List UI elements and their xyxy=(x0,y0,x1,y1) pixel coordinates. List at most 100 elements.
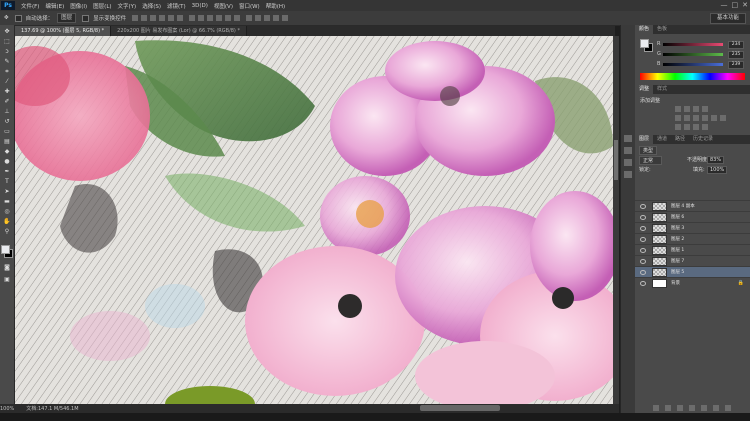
blur-tool-icon[interactable]: ◆ xyxy=(3,149,11,155)
adjustment-layer-icon[interactable] xyxy=(689,405,695,411)
color-balance-adjust-icon[interactable] xyxy=(693,115,699,121)
distribute-hcenter-icon[interactable] xyxy=(225,15,232,21)
layer-row[interactable]: 图层 7 xyxy=(635,255,750,266)
channel-mixer-adjust-icon[interactable] xyxy=(720,115,726,121)
slider-b-value[interactable]: 239 xyxy=(728,61,744,69)
slider-r-value[interactable]: 234 xyxy=(728,41,744,49)
align-bottom-icon[interactable] xyxy=(150,15,157,21)
close-button[interactable]: ✕ xyxy=(742,1,748,10)
blend-mode-dropdown[interactable]: 正常 xyxy=(639,156,663,165)
move-tool-icon[interactable]: ✥ xyxy=(4,15,9,21)
3d-rotate-icon[interactable] xyxy=(246,15,253,21)
shape-tool-icon[interactable]: ▬ xyxy=(3,199,11,205)
pen-tool-icon[interactable]: ✒ xyxy=(3,169,11,175)
align-vcenter-icon[interactable] xyxy=(141,15,148,21)
align-right-icon[interactable] xyxy=(177,15,184,21)
tab-paths[interactable]: 路径 xyxy=(671,135,689,144)
layer-row[interactable]: 图层 4 副本 xyxy=(635,200,750,211)
menu-edit[interactable]: 编辑(E) xyxy=(45,2,64,10)
menu-select[interactable]: 选择(S) xyxy=(142,2,161,10)
3d-slide-icon[interactable] xyxy=(273,15,280,21)
show-transform-checkbox[interactable] xyxy=(82,14,90,22)
exposure-adjust-icon[interactable] xyxy=(702,106,708,112)
distribute-right-icon[interactable] xyxy=(234,15,241,21)
link-layers-icon[interactable] xyxy=(653,405,659,411)
photo-filter-adjust-icon[interactable] xyxy=(711,115,717,121)
character-panel-icon[interactable] xyxy=(624,159,632,166)
visibility-eye-icon[interactable] xyxy=(640,258,646,264)
document-canvas[interactable] xyxy=(15,36,613,404)
3d-pan-icon[interactable] xyxy=(264,15,271,21)
distribute-bottom-icon[interactable] xyxy=(207,15,214,21)
opacity-value[interactable]: 83% xyxy=(707,156,725,164)
color-spectrum-bar[interactable] xyxy=(640,73,745,80)
align-hcenter-icon[interactable] xyxy=(168,15,175,21)
visibility-eye-icon[interactable] xyxy=(640,236,646,242)
hand-tool-icon[interactable]: ✋ xyxy=(3,219,11,225)
slider-b[interactable] xyxy=(663,63,723,66)
tab-color[interactable]: 颜色 xyxy=(635,25,654,34)
workspace-switcher[interactable]: 基本功能 xyxy=(709,13,746,24)
visibility-eye-icon[interactable] xyxy=(640,214,646,220)
visibility-eye-icon[interactable] xyxy=(640,203,646,209)
slider-r[interactable] xyxy=(663,43,723,46)
3d-tool-icon[interactable]: ◎ xyxy=(3,209,11,215)
layer-mask-icon[interactable] xyxy=(677,405,683,411)
layer-row[interactable]: 图层 5 xyxy=(635,266,750,277)
crop-tool-icon[interactable]: ⌗ xyxy=(3,69,11,75)
invert-adjust-icon[interactable] xyxy=(675,124,681,130)
brush-tool-icon[interactable]: ✐ xyxy=(3,99,11,105)
screen-mode-icon[interactable]: ▣ xyxy=(3,277,11,283)
new-group-icon[interactable] xyxy=(701,405,707,411)
layer-row[interactable]: 图层 2 xyxy=(635,233,750,244)
layer-style-icon[interactable] xyxy=(665,405,671,411)
vibrance-adjust-icon[interactable] xyxy=(675,115,681,121)
tab-styles[interactable]: 样式 xyxy=(653,85,671,94)
visibility-eye-icon[interactable] xyxy=(640,269,646,275)
posterize-adjust-icon[interactable] xyxy=(684,124,690,130)
canvas-vertical-scroll-thumb[interactable] xyxy=(614,140,618,180)
maximize-button[interactable]: □ xyxy=(732,1,739,10)
eyedropper-tool-icon[interactable]: ⁄ xyxy=(3,79,11,85)
3d-scale-icon[interactable] xyxy=(282,15,289,21)
distribute-top-icon[interactable] xyxy=(189,15,196,21)
zoom-level[interactable]: 100% xyxy=(0,406,14,412)
distribute-left-icon[interactable] xyxy=(216,15,223,21)
align-top-icon[interactable] xyxy=(132,15,139,21)
threshold-adjust-icon[interactable] xyxy=(693,124,699,130)
canvas-vertical-scrollbar[interactable] xyxy=(613,36,619,404)
menu-filter[interactable]: 滤镜(T) xyxy=(167,2,186,10)
fill-value[interactable]: 100% xyxy=(707,166,728,174)
new-layer-icon[interactable] xyxy=(713,405,719,411)
visibility-eye-icon[interactable] xyxy=(640,247,646,253)
3d-roll-icon[interactable] xyxy=(255,15,262,21)
tab-document-1[interactable]: 137.69 @ 100% (图层 5, RGB/8) * xyxy=(15,26,112,36)
tab-history[interactable]: 历史记录 xyxy=(689,135,717,144)
menu-view[interactable]: 视图(V) xyxy=(214,2,233,10)
marquee-tool-icon[interactable]: ⬚ xyxy=(3,39,11,45)
history-panel-icon[interactable] xyxy=(624,135,632,142)
zoom-tool-icon[interactable]: ⚲ xyxy=(3,229,11,235)
history-brush-tool-icon[interactable]: ↺ xyxy=(3,119,11,125)
gradient-tool-icon[interactable]: ▤ xyxy=(3,139,11,145)
eraser-tool-icon[interactable]: ▭ xyxy=(3,129,11,135)
paragraph-panel-icon[interactable] xyxy=(624,171,632,178)
menu-type[interactable]: 文字(Y) xyxy=(118,2,137,10)
tab-document-2[interactable]: 220x200 图片 易发布图案 (Lor) @ 66.7% (RGB/8) * xyxy=(111,26,247,36)
brightness-adjust-icon[interactable] xyxy=(675,106,681,112)
quick-select-tool-icon[interactable]: ✎ xyxy=(3,59,11,65)
minimize-button[interactable]: — xyxy=(721,1,728,10)
layer-row[interactable]: 图层 3 xyxy=(635,222,750,233)
delete-layer-icon[interactable] xyxy=(725,405,731,411)
quick-mask-icon[interactable]: ◙ xyxy=(3,265,11,271)
visibility-eye-icon[interactable] xyxy=(640,280,646,286)
slider-g[interactable] xyxy=(663,53,723,56)
distribute-vcenter-icon[interactable] xyxy=(198,15,205,21)
type-tool-icon[interactable]: T xyxy=(3,179,11,185)
align-left-icon[interactable] xyxy=(159,15,166,21)
layer-row[interactable]: 背景 🔒 xyxy=(635,277,750,288)
menu-3d[interactable]: 3D(D) xyxy=(192,3,208,9)
layer-kind-filter[interactable]: 类型 xyxy=(639,146,658,155)
slider-g-value[interactable]: 235 xyxy=(728,51,744,59)
tab-layers[interactable]: 图层 xyxy=(635,135,654,144)
